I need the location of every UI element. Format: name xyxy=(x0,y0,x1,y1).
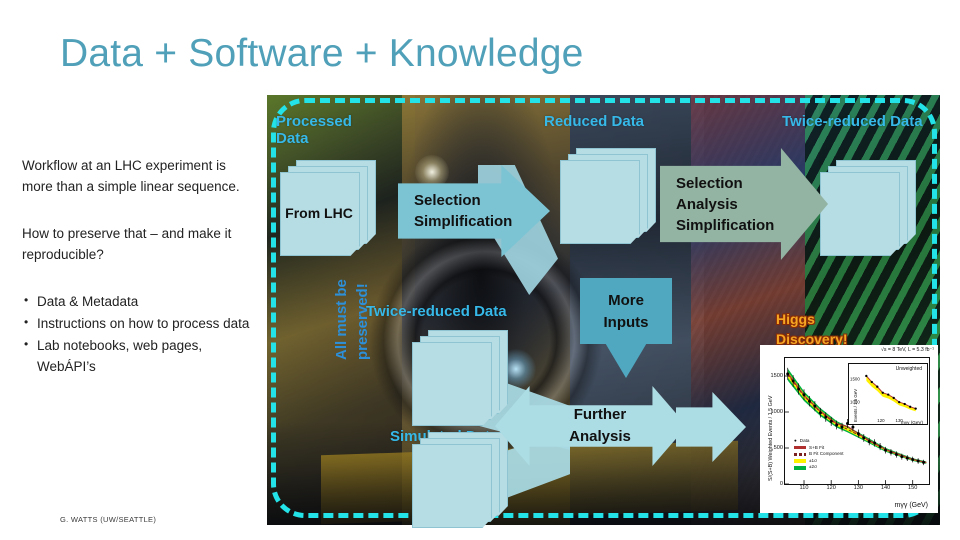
legend-row: ±1σ xyxy=(794,458,843,465)
list-item: Data & Metadata xyxy=(22,290,254,312)
plot-x-tick-label: 120 xyxy=(826,485,836,491)
inset-canvas xyxy=(865,374,917,412)
more-inputs-line2: Inputs xyxy=(603,314,649,331)
further-analysis-line2: Analysis xyxy=(569,428,631,445)
label-reduced-data: Reduced Data xyxy=(544,113,645,130)
legend-row: B Fit Component xyxy=(794,451,843,458)
plot-x-tick-marks xyxy=(803,480,914,484)
doc-stack-twice-reduced-top xyxy=(820,160,916,256)
legend-label: S+B Fit xyxy=(809,444,825,450)
bullet-list: Data & Metadata Instructions on how to p… xyxy=(22,290,254,377)
plot-y-tick-label: 1500 xyxy=(770,373,783,379)
label-twice-reduced-data-top: Twice-reduced Data xyxy=(782,113,923,130)
label-twice-reduced-data-mid: Twice-reduced Data xyxy=(366,303,507,320)
higgs-diphoton-mass-plot: √s = 8 TeV, L = 5.3 fb⁻¹ S/(S+B) Weighte… xyxy=(760,345,938,513)
page-title: Data + Software + Knowledge xyxy=(60,32,584,75)
legend-key-b-component xyxy=(794,453,806,457)
label-processed-data: Processed Data xyxy=(276,113,352,147)
arrow-selection-simplification-line1: Selection xyxy=(414,192,481,209)
doc-stack-from-lhc: From LHC xyxy=(280,160,376,256)
legend-key-1sigma xyxy=(794,459,806,464)
plot-x-tick-label: 140 xyxy=(880,485,891,491)
left-text-column: Workflow at an LHC experiment is more th… xyxy=(22,155,254,378)
plot-y-tick-label: 0 xyxy=(779,481,783,487)
footer-credit: G. WATTS (UW/SEATTLE) xyxy=(60,515,157,524)
higgs-discovery-callout: Higgs Discovery! xyxy=(776,309,848,349)
arrow-selection-simplification-line2: Simplification xyxy=(414,213,513,230)
inset-x-tick-label: 120 xyxy=(877,418,885,423)
intro-paragraph-1: Workflow at an LHC experiment is more th… xyxy=(22,158,240,194)
inset-data-points xyxy=(865,374,917,410)
list-item: Lab notebooks, web pages, WebÁPI’s xyxy=(22,334,254,377)
doc-stack-simulated-data xyxy=(412,432,508,528)
plot-x-tick-label: 130 xyxy=(853,485,864,491)
plot-y-tick-label: 500 xyxy=(773,445,783,451)
list-item: Instructions on how to process data xyxy=(22,312,254,334)
legend-label: B Fit Component xyxy=(809,451,844,457)
legend-key-sb-fit xyxy=(794,446,806,450)
intro-paragraph-2: How to preserve that – and make it repro… xyxy=(22,226,232,262)
plot-x-axis-label: mγγ (GeV) xyxy=(894,502,928,509)
label-processed-data-line2: Data xyxy=(276,130,309,147)
further-analysis-line1: Further xyxy=(573,406,627,423)
inset-y-tick-label: 1000 xyxy=(850,399,860,405)
plot-y-tick-marks xyxy=(785,375,789,484)
plot-inset-unweighted: Unweighted Events / 1.5 GeV mγγ (GeV) 12… xyxy=(848,363,928,425)
arrow-sel-an-line2: Analysis xyxy=(676,195,738,213)
more-inputs-line1: More xyxy=(608,292,644,309)
legend-row: ±2σ xyxy=(794,464,843,471)
doc-stack-reduced-data xyxy=(560,148,656,244)
plot-y-axis-label: S/(S+B) Weighted Events / 1.5 GeV xyxy=(768,395,774,481)
inset-x-tick-label: 130 xyxy=(895,418,903,423)
legend-marker-data: ● xyxy=(794,438,797,444)
doc-stack-twice-reduced-mid xyxy=(412,330,508,426)
plot-y-tick-label: 1000 xyxy=(770,409,783,415)
legend-label: Data xyxy=(799,438,810,444)
label-processed-data-line1: Processed xyxy=(276,113,352,130)
plot-legend: ● Data S+B Fit B Fit Component ±1σ ±2σ xyxy=(794,438,843,471)
legend-key-2sigma xyxy=(794,465,806,470)
inset-y-tick-label: 1500 xyxy=(850,376,860,382)
legend-label: ±2σ xyxy=(809,464,817,470)
higgs-line1: Higgs xyxy=(776,311,815,327)
legend-row: ● Data xyxy=(794,438,843,445)
plot-header-annotation: √s = 8 TeV, L = 5.3 fb⁻¹ xyxy=(881,347,934,353)
doc-stack-from-lhc-label: From LHC xyxy=(285,205,353,221)
legend-row: S+B Fit xyxy=(794,445,843,452)
plot-x-tick-label: 110 xyxy=(799,485,809,491)
legend-label: ±1σ xyxy=(809,457,817,463)
plot-x-tick-label: 150 xyxy=(908,485,918,491)
